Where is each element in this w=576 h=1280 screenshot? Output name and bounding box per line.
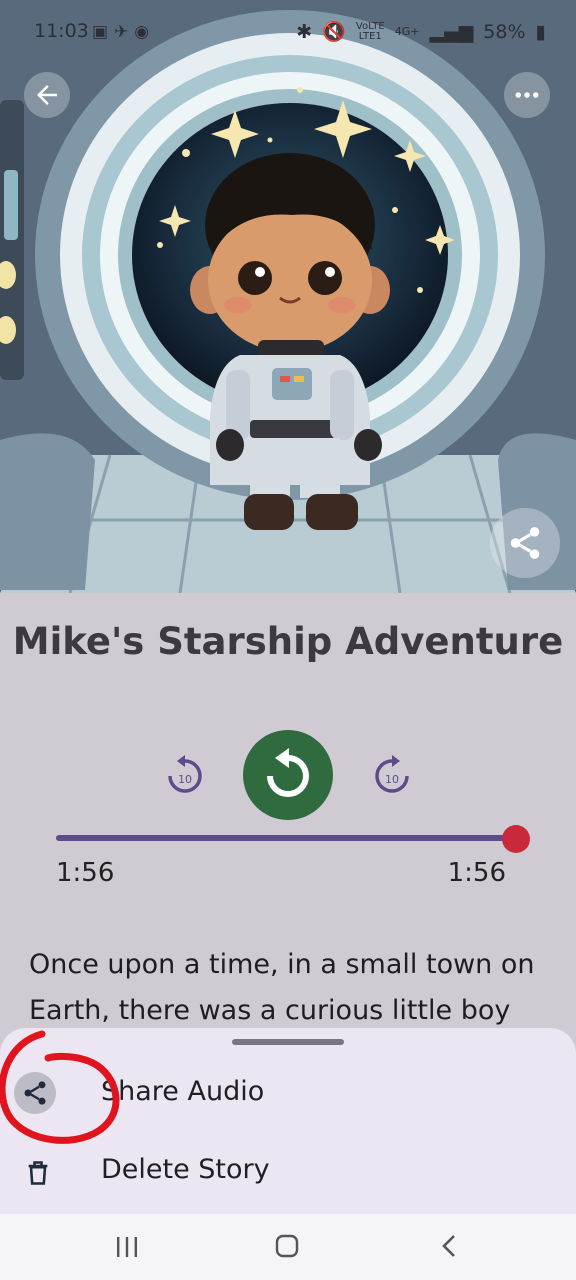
network-type: VoLTE LTE1 <box>355 20 385 42</box>
story-title: Mike's Starship Adventure <box>12 620 564 663</box>
progress-track[interactable] <box>56 835 516 841</box>
svg-text:10: 10 <box>178 773 192 786</box>
replay-icon <box>267 748 309 797</box>
home-icon[interactable] <box>275 1234 299 1258</box>
replay-10-icon: 10 <box>168 755 202 793</box>
back-icon[interactable] <box>438 1234 460 1258</box>
elapsed-time: 1:56 <box>56 858 115 888</box>
red-highlight-annotation <box>0 1030 120 1144</box>
battery-percent: 58% <box>483 20 526 43</box>
system-indicators: ✱ 🔇 VoLTE LTE1 4G+ ▂▄▆ 58% ▮ <box>296 20 546 44</box>
cover-illustration <box>0 0 576 593</box>
more-horiz-icon <box>515 92 539 98</box>
back-button[interactable] <box>24 72 70 118</box>
notification-icons: ▣✈◉ <box>92 22 156 42</box>
forward-10-button[interactable]: 10 <box>367 750 417 800</box>
bluetooth-icon: ✱ <box>296 20 313 43</box>
share-button[interactable] <box>490 508 560 578</box>
svg-text:10: 10 <box>385 773 399 786</box>
more-options-button[interactable] <box>504 72 550 118</box>
story-text: Once upon a time, in a small town on Ear… <box>29 949 535 1026</box>
clock: 11:03 <box>34 20 89 42</box>
status-bar: 11:03 ▣✈◉ ✱ 🔇 VoLTE LTE1 4G+ ▂▄▆ 58% ▮ <box>0 0 576 64</box>
forward-10-icon: 10 <box>375 755 409 793</box>
share-icon <box>510 527 540 559</box>
back-arrow-icon <box>37 85 57 105</box>
drag-handle[interactable] <box>232 1039 344 1045</box>
mute-icon: 🔇 <box>322 21 346 43</box>
progress-thumb[interactable] <box>502 825 530 853</box>
total-duration: 1:56 <box>447 858 506 888</box>
network-label: 4G+ <box>394 25 420 38</box>
signal-icon: ▂▄▆ <box>429 20 474 43</box>
replay-button[interactable] <box>243 730 333 820</box>
recent-apps-icon[interactable] <box>115 1236 139 1258</box>
rewind-10-button[interactable]: 10 <box>160 750 210 800</box>
delete-story-label: Delete Story <box>101 1154 270 1185</box>
trash-icon <box>17 1152 59 1194</box>
story-cover-image <box>0 0 576 593</box>
system-nav-bar <box>0 1214 576 1280</box>
battery-icon: ▮ <box>535 20 546 43</box>
